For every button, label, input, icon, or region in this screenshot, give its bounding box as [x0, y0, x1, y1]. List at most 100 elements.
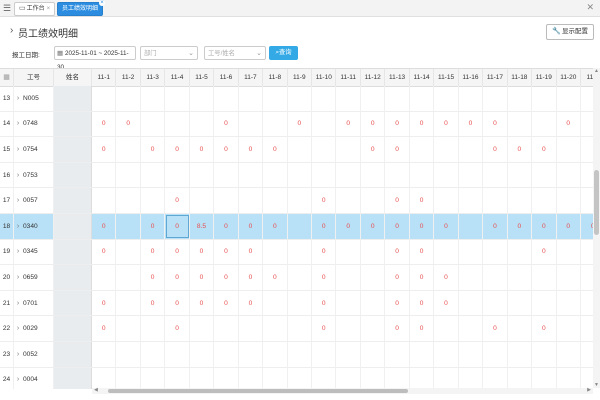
day-value-cell[interactable]: 0: [312, 316, 337, 341]
day-value-cell[interactable]: 0: [165, 265, 190, 290]
day-value-cell[interactable]: [361, 342, 386, 367]
chevron-right-icon[interactable]: ›: [14, 137, 22, 162]
day-value-cell[interactable]: [508, 342, 533, 367]
day-value-cell[interactable]: [312, 111, 337, 137]
day-value-cell[interactable]: [190, 367, 215, 389]
day-value-cell[interactable]: 0: [361, 214, 386, 239]
horizontal-scrollbar[interactable]: ◀ ▶: [92, 387, 593, 394]
day-value-cell[interactable]: [434, 367, 459, 389]
day-value-cell[interactable]: [557, 137, 581, 162]
day-value-cell[interactable]: 0: [434, 265, 459, 290]
day-value-cell[interactable]: 0: [214, 265, 239, 290]
day-value-cell[interactable]: [190, 86, 215, 111]
day-value-cell[interactable]: 0: [385, 214, 410, 239]
table-row[interactable]: 14 › 0748 0 0 0 0 0 0 0 0 0 0 0 0: [0, 111, 593, 138]
menu-icon[interactable]: ☰: [2, 3, 12, 13]
day-value-cell[interactable]: [459, 367, 484, 389]
column-header-day[interactable]: 11-9: [288, 69, 313, 86]
table-row[interactable]: 24 › 0004: [0, 367, 593, 389]
day-value-cell[interactable]: [532, 367, 557, 389]
column-header-day[interactable]: 11-1: [92, 69, 117, 86]
column-header-code[interactable]: 工号: [14, 69, 54, 86]
day-value-cell[interactable]: 0: [92, 290, 117, 316]
day-value-cell[interactable]: [116, 188, 141, 213]
chevron-right-icon[interactable]: ›: [14, 86, 22, 111]
day-value-cell[interactable]: 0: [337, 111, 361, 137]
day-value-cell[interactable]: 0: [557, 111, 581, 137]
day-value-cell[interactable]: [410, 367, 435, 389]
day-value-cell[interactable]: [483, 239, 508, 265]
column-header-day[interactable]: 11-2: [116, 69, 141, 86]
day-value-cell[interactable]: 0: [385, 188, 410, 213]
scroll-right-icon[interactable]: ▶: [587, 387, 591, 393]
day-value-cell[interactable]: 0: [141, 239, 166, 265]
day-value-cell[interactable]: [312, 86, 337, 111]
column-header-day[interactable]: 11-15: [434, 69, 459, 86]
day-value-cell[interactable]: [165, 367, 190, 389]
day-value-cell[interactable]: 0: [214, 214, 239, 239]
day-value-cell[interactable]: 0: [385, 265, 410, 290]
day-value-cell[interactable]: [190, 111, 215, 137]
day-value-cell[interactable]: [508, 188, 533, 213]
day-value-cell[interactable]: [434, 162, 459, 188]
day-value-cell[interactable]: [508, 111, 533, 137]
day-value-cell[interactable]: 0: [263, 214, 288, 239]
day-value-cell[interactable]: 0: [312, 188, 337, 213]
day-value-cell[interactable]: [459, 316, 484, 341]
day-value-cell[interactable]: [385, 86, 410, 111]
day-value-cell[interactable]: [459, 214, 484, 239]
day-value-cell[interactable]: 0: [116, 111, 141, 137]
day-value-cell[interactable]: [581, 342, 593, 367]
day-value-cell[interactable]: [483, 188, 508, 213]
day-value-cell[interactable]: [116, 86, 141, 111]
day-value-cell[interactable]: [581, 112, 593, 137]
day-value-cell[interactable]: [532, 265, 557, 290]
day-value-cell[interactable]: 0: [483, 316, 508, 341]
day-value-cell[interactable]: [459, 239, 484, 265]
day-value-cell[interactable]: [483, 265, 508, 290]
day-value-cell[interactable]: [288, 239, 313, 265]
day-value-cell[interactable]: [361, 367, 386, 389]
day-value-cell[interactable]: 0: [214, 137, 239, 162]
day-value-cell[interactable]: [312, 342, 337, 367]
day-value-cell[interactable]: [263, 162, 288, 188]
day-value-cell[interactable]: [337, 265, 361, 290]
day-value-cell[interactable]: 0: [337, 214, 361, 239]
day-value-cell[interactable]: [532, 162, 557, 188]
day-value-cell[interactable]: [581, 291, 593, 316]
day-value-cell[interactable]: 0: [190, 265, 215, 290]
day-value-cell[interactable]: [361, 265, 386, 290]
day-value-cell[interactable]: 0: [385, 239, 410, 265]
day-value-cell[interactable]: [483, 367, 508, 389]
day-value-cell[interactable]: [532, 86, 557, 111]
day-value-cell[interactable]: 0: [263, 265, 288, 290]
day-value-cell[interactable]: [459, 290, 484, 316]
table-row[interactable]: 16 › 0753: [0, 162, 593, 189]
day-value-cell[interactable]: [288, 265, 313, 290]
day-value-cell[interactable]: [508, 367, 533, 389]
day-value-cell[interactable]: [214, 188, 239, 213]
day-value-cell[interactable]: [116, 290, 141, 316]
day-value-cell[interactable]: [141, 316, 166, 341]
day-value-cell[interactable]: [288, 342, 313, 367]
day-value-cell[interactable]: [434, 188, 459, 213]
day-value-cell[interactable]: 0: [141, 214, 166, 239]
day-value-cell[interactable]: [239, 316, 264, 341]
day-value-cell[interactable]: [459, 188, 484, 213]
day-value-cell[interactable]: 0: [165, 188, 190, 213]
day-value-cell[interactable]: [190, 316, 215, 341]
day-value-cell[interactable]: [288, 188, 313, 213]
day-value-cell[interactable]: 0: [165, 239, 190, 265]
day-value-cell[interactable]: [410, 137, 435, 162]
day-value-cell[interactable]: 0: [459, 111, 484, 137]
day-value-cell[interactable]: [557, 239, 581, 265]
vertical-scroll-thumb[interactable]: [594, 170, 599, 235]
day-value-cell[interactable]: [141, 86, 166, 111]
chevron-right-icon[interactable]: ›: [14, 188, 22, 213]
day-value-cell[interactable]: [239, 162, 264, 188]
day-value-cell[interactable]: 0: [557, 214, 581, 239]
day-value-cell[interactable]: [557, 162, 581, 188]
day-value-cell[interactable]: [410, 162, 435, 188]
day-value-cell[interactable]: [141, 188, 166, 213]
day-value-cell[interactable]: [214, 367, 239, 389]
